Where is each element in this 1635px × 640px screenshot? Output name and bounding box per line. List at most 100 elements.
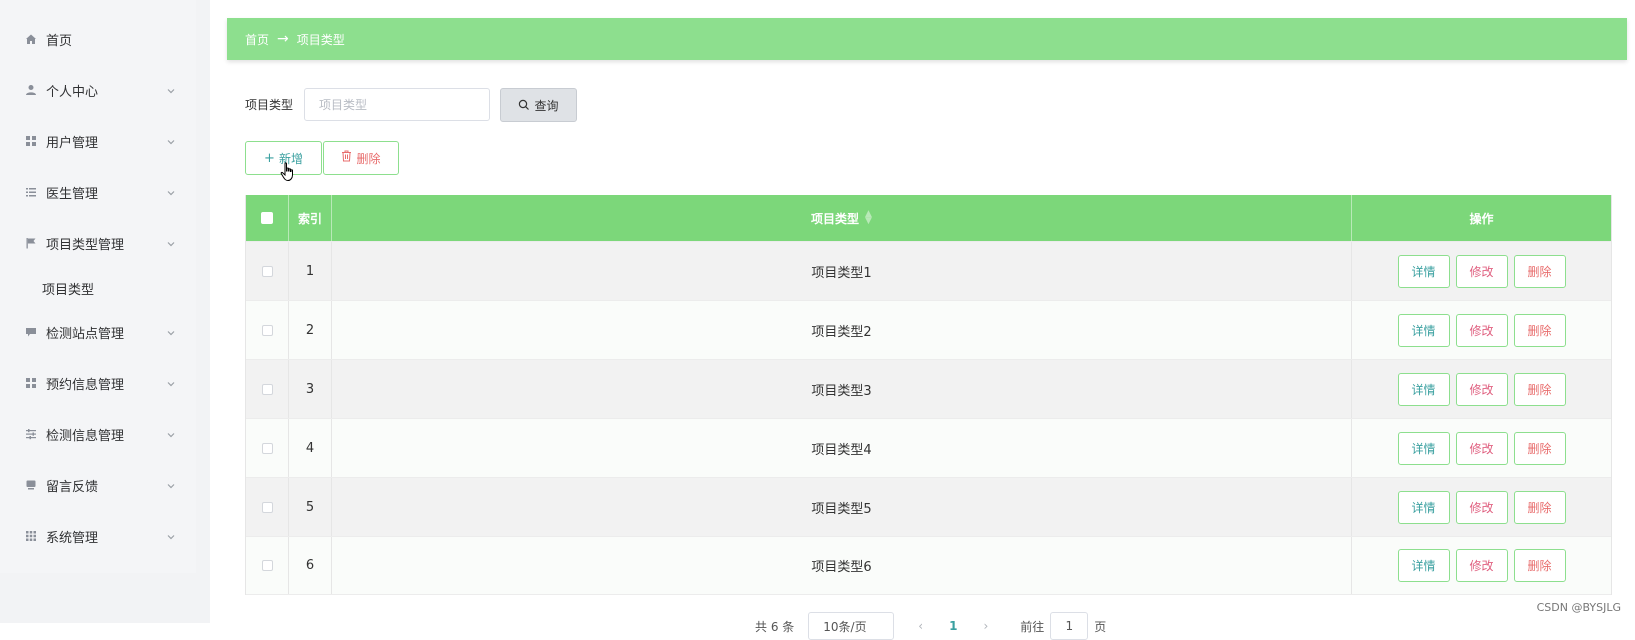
sidebar-item-appointment-management[interactable]: 预约信息管理	[0, 363, 196, 403]
sidebar-item-testing-site-management[interactable]: 检测站点管理	[0, 312, 196, 352]
delete-button[interactable]: 删除	[1513, 254, 1566, 288]
project-type-search-input[interactable]	[304, 88, 490, 121]
row-project-type: 项目类型4	[332, 419, 1352, 477]
apps-icon	[25, 530, 37, 542]
row-actions: 详情 修改 删除	[1352, 301, 1611, 359]
chevron-down-icon	[166, 327, 176, 337]
sidebar-subitem-label: 项目类型	[42, 282, 95, 298]
search-button-label: 查询	[534, 98, 559, 113]
table-row: 6 项目类型6 详情 修改 删除	[246, 536, 1611, 595]
table-header: 索引 项目类型 ▲ ▼ 操作	[246, 195, 1611, 241]
edit-button[interactable]: 修改	[1455, 490, 1508, 524]
sidebar-item-label: 系统管理	[46, 530, 99, 546]
detail-button[interactable]: 详情	[1397, 490, 1450, 524]
row-checkbox[interactable]	[261, 501, 273, 513]
chevron-down-icon	[166, 187, 176, 197]
table-row: 4 项目类型4 详情 修改 删除	[246, 418, 1611, 477]
edit-button[interactable]: 修改	[1455, 372, 1508, 406]
row-checkbox[interactable]	[261, 383, 273, 395]
user-icon	[25, 84, 37, 96]
edit-button[interactable]: 修改	[1455, 549, 1508, 582]
next-page-button[interactable]: ›	[983, 619, 988, 633]
row-index: 3	[289, 360, 332, 418]
chevron-down-icon	[166, 480, 176, 490]
search-icon	[519, 99, 530, 110]
page-size-select[interactable]: 10条/页	[808, 612, 895, 640]
search-button[interactable]: 查询	[500, 88, 577, 122]
row-checkbox[interactable]	[261, 265, 273, 277]
sidebar-item-label: 医生管理	[46, 186, 99, 202]
header-project-type-label: 项目类型	[811, 211, 860, 226]
list-icon	[25, 186, 37, 198]
detail-button[interactable]: 详情	[1397, 372, 1450, 406]
watermark: CSDN @BYSJLG	[1536, 601, 1621, 614]
table-row: 5 项目类型5 详情 修改 删除	[246, 477, 1611, 536]
sidebar-item-label: 用户管理	[46, 135, 99, 151]
prev-page-button[interactable]: ‹	[918, 619, 923, 633]
chevron-down-icon	[166, 429, 176, 439]
detail-button[interactable]: 详情	[1397, 313, 1450, 347]
delete-button[interactable]: 删除	[1513, 431, 1566, 465]
project-type-table: 索引 项目类型 ▲ ▼ 操作 1 项目类型1 详情 修改 删除 2 项目类型2 详…	[245, 195, 1612, 595]
header-select-all	[246, 195, 289, 241]
sidebar-item-user-management[interactable]: 用户管理	[0, 121, 196, 161]
detail-button[interactable]: 详情	[1397, 549, 1450, 582]
delete-button[interactable]: 删除	[1513, 490, 1566, 524]
hand-pointer-icon	[280, 162, 293, 182]
header-operations: 操作	[1469, 211, 1494, 226]
delete-button[interactable]: 删除	[1513, 372, 1566, 406]
edit-button[interactable]: 修改	[1455, 254, 1508, 288]
sidebar-item-label: 检测站点管理	[46, 326, 125, 342]
chevron-down-icon	[166, 378, 176, 388]
row-project-type: 项目类型6	[332, 537, 1352, 594]
row-index: 2	[289, 301, 332, 359]
edit-button[interactable]: 修改	[1455, 313, 1508, 347]
delete-button[interactable]: 删除	[1513, 549, 1566, 582]
goto-label: 前往	[1020, 619, 1045, 634]
row-index: 6	[289, 537, 332, 594]
table-row: 3 项目类型3 详情 修改 删除	[246, 359, 1611, 418]
page-number[interactable]: 1	[949, 619, 957, 633]
row-project-type: 项目类型2	[332, 301, 1352, 359]
breadcrumb-home-link[interactable]: 首页	[245, 31, 269, 48]
row-project-type: 项目类型3	[332, 360, 1352, 418]
grid-icon	[25, 377, 37, 389]
chevron-down-icon	[166, 136, 176, 146]
sidebar-subitem-project-type[interactable]: 项目类型	[0, 270, 196, 306]
page-unit-label: 页	[1094, 619, 1107, 634]
batch-delete-button[interactable]: 删除	[323, 141, 399, 175]
row-index: 5	[289, 478, 332, 536]
detail-button[interactable]: 详情	[1397, 431, 1450, 465]
sidebar-item-system-management[interactable]: 系统管理	[0, 516, 196, 556]
sidebar-item-personal-center[interactable]: 个人中心	[0, 70, 196, 110]
pagination: 共 6 条 10条/页 ‹ 1 › 前往 1 页	[755, 612, 1106, 640]
row-project-type: 项目类型1	[332, 242, 1352, 300]
sliders-icon	[25, 428, 37, 440]
sidebar-item-project-type-management[interactable]: 项目类型管理	[0, 223, 196, 263]
chevron-down-icon	[166, 238, 176, 248]
sidebar-item-test-info-management[interactable]: 检测信息管理	[0, 414, 196, 454]
sort-caret-icon[interactable]: ▲ ▼	[865, 210, 872, 226]
grid-icon	[25, 135, 37, 147]
sidebar-item-label: 检测信息管理	[46, 428, 125, 444]
page-jump-input[interactable]: 1	[1050, 612, 1089, 640]
row-checkbox[interactable]	[261, 324, 273, 336]
select-all-checkbox[interactable]	[261, 212, 273, 224]
header-index: 索引	[289, 195, 332, 241]
sidebar-item-feedback[interactable]: 留言反馈	[0, 465, 196, 505]
delete-button[interactable]: 删除	[1513, 313, 1566, 347]
sidebar-item-doctor-management[interactable]: 医生管理	[0, 172, 196, 212]
sidebar-item-label: 项目类型管理	[46, 237, 125, 253]
row-index: 1	[289, 242, 332, 300]
header-project-type[interactable]: 项目类型 ▲ ▼	[332, 195, 1352, 241]
search-label: 项目类型	[245, 98, 294, 112]
message-icon	[25, 479, 37, 491]
sidebar-item-home[interactable]: 首页	[0, 19, 196, 59]
edit-button[interactable]: 修改	[1455, 431, 1508, 465]
row-checkbox[interactable]	[261, 442, 273, 454]
flag-icon	[25, 237, 37, 249]
detail-button[interactable]: 详情	[1397, 254, 1450, 288]
home-icon	[25, 33, 37, 45]
sidebar-item-label: 个人中心	[46, 84, 99, 100]
row-checkbox[interactable]	[261, 560, 273, 571]
